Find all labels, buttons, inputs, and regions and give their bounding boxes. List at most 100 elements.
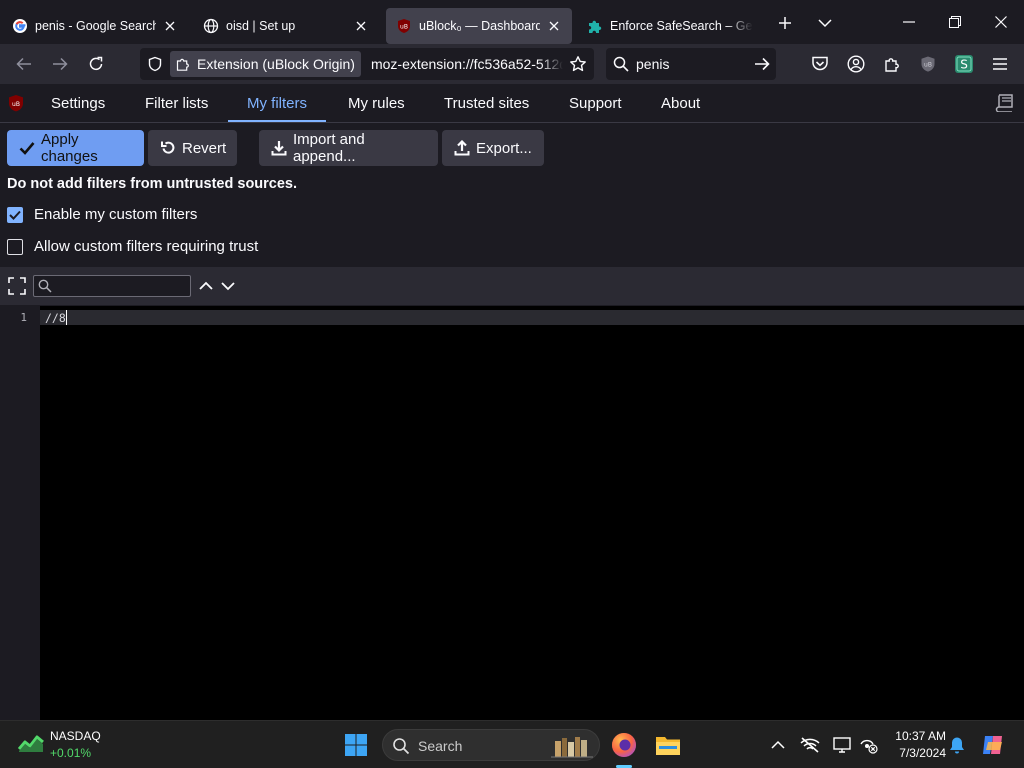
restore-button[interactable] (932, 6, 978, 38)
account-icon[interactable] (844, 52, 868, 76)
tab-title: penis - Google Search (35, 19, 156, 33)
search-bar[interactable]: penis (606, 48, 776, 80)
close-tab-icon[interactable] (162, 18, 178, 34)
active-line-highlight (40, 310, 1024, 325)
stock-name[interactable]: NASDAQ (50, 729, 101, 743)
show-hidden-icons-chevron-up-icon[interactable] (768, 735, 788, 755)
identity-label: Extension (uBlock Origin) (197, 56, 355, 72)
export-label: Export... (476, 139, 532, 157)
arrow-right-icon (53, 57, 68, 71)
find-next-chevron-down-icon[interactable] (219, 277, 237, 295)
forward-button[interactable] (46, 50, 74, 78)
address-bar[interactable]: Extension (uBlock Origin) moz-extension:… (140, 48, 594, 80)
export-button[interactable]: Export... (442, 130, 544, 166)
tab-google-search[interactable]: penis - Google Search (2, 8, 188, 44)
vpn-status-icon[interactable] (858, 735, 878, 755)
import-label: Import and append... (293, 131, 365, 165)
allow-trusted-filters-checkbox[interactable] (7, 238, 23, 255)
system-clock[interactable]: 10:37 AM 7/3/2024 (884, 728, 946, 762)
find-previous-chevron-up-icon[interactable] (197, 277, 215, 295)
close-tab-icon[interactable] (546, 18, 562, 34)
clock-time: 10:37 AM (895, 729, 946, 743)
ublock-logo-icon: uB (8, 94, 24, 112)
plus-icon (779, 17, 791, 29)
book-icon[interactable] (994, 93, 1016, 113)
tab-filter-lists[interactable]: Filter lists (145, 84, 208, 122)
identity-box[interactable]: Extension (uBlock Origin) (170, 51, 361, 77)
search-icon (392, 737, 410, 755)
svg-text:uB: uB (12, 101, 20, 108)
editor-toolbar (0, 267, 1024, 305)
pocket-icon[interactable] (808, 52, 832, 76)
filter-editor[interactable]: 1 //8 (0, 306, 1024, 720)
text-cursor (66, 310, 67, 325)
tab-my-filters[interactable]: My filters (228, 84, 326, 122)
hamburger-menu-icon[interactable] (988, 52, 1012, 76)
enable-custom-filters-checkbox[interactable] (7, 206, 23, 223)
search-go-arrow-icon[interactable] (748, 48, 776, 80)
copilot-icon[interactable] (980, 731, 1006, 759)
network-offline-icon[interactable] (800, 735, 820, 755)
search-icon (606, 48, 636, 80)
tab-about[interactable]: About (661, 84, 700, 122)
extensions-puzzle-icon[interactable] (880, 52, 904, 76)
find-input[interactable] (33, 275, 191, 297)
ublock-toolbar-icon[interactable]: uB (916, 52, 940, 76)
stock-change: +0.01% (50, 746, 92, 760)
puzzle-icon (174, 55, 192, 73)
close-icon (995, 16, 1007, 28)
undo-icon (160, 140, 176, 156)
search-input[interactable]: penis (636, 56, 748, 72)
chevron-down-icon (818, 19, 832, 28)
reload-icon (89, 56, 103, 71)
allow-trusted-filters-label: Allow custom filters requiring trust (34, 238, 259, 255)
reload-button[interactable] (82, 50, 110, 78)
tab-enforce-safesearch[interactable]: Enforce SafeSearch – Get (577, 8, 763, 44)
puzzle-icon (587, 18, 603, 34)
tab-ublock-dashboard[interactable]: uB uBlock₀ — Dashboard (386, 8, 572, 44)
tab-strip: penis - Google Search oisd | Set up uB u… (0, 0, 1024, 44)
untrusted-sources-warning: Do not add filters from untrusted source… (7, 176, 298, 192)
checkmark-icon (9, 210, 21, 220)
taskbar-search-box[interactable]: Search (382, 729, 600, 761)
enable-custom-filters-row[interactable]: Enable my custom filters (7, 206, 197, 223)
fullscreen-icon[interactable] (8, 277, 26, 295)
file-explorer-icon[interactable] (654, 731, 682, 759)
s-extension-icon[interactable]: S (952, 52, 976, 76)
tab-my-rules[interactable]: My rules (348, 84, 405, 122)
close-window-button[interactable] (978, 6, 1024, 38)
tab-title: uBlock₀ — Dashboard (419, 19, 540, 33)
import-and-append-button[interactable]: Import and append... (259, 130, 438, 166)
tab-settings[interactable]: Settings (51, 84, 105, 122)
svg-text:uB: uB (924, 62, 932, 69)
firefox-taskbar-icon[interactable] (610, 731, 638, 759)
bookmark-star-icon[interactable] (566, 52, 590, 76)
back-button[interactable] (10, 50, 38, 78)
url-text[interactable]: moz-extension://fc536a52-512d (371, 56, 563, 72)
tab-oisd[interactable]: oisd | Set up (193, 8, 379, 44)
apply-changes-button[interactable]: Apply changes (7, 130, 144, 166)
editor-line-text[interactable]: //8 (45, 311, 66, 325)
stock-chart-icon[interactable] (18, 733, 44, 753)
search-icon (38, 279, 52, 293)
allow-trusted-filters-row[interactable]: Allow custom filters requiring trust (7, 238, 258, 255)
new-tab-button[interactable] (772, 10, 798, 36)
tab-support[interactable]: Support (569, 84, 622, 122)
search-highlight-books-icon (549, 733, 595, 759)
google-icon (12, 18, 28, 34)
minimize-icon (903, 21, 915, 23)
close-tab-icon[interactable] (353, 18, 369, 34)
tab-trusted-sites[interactable]: Trusted sites (444, 84, 529, 122)
minimize-button[interactable] (886, 6, 932, 38)
navigation-toolbar: Extension (uBlock Origin) moz-extension:… (0, 44, 1024, 84)
windows-taskbar: NASDAQ +0.01% Search 10:37 AM 7/3/2024 (0, 720, 1024, 768)
download-icon (271, 140, 287, 156)
notification-bell-icon[interactable] (947, 735, 967, 755)
revert-button[interactable]: Revert (148, 130, 237, 166)
tracking-protection-icon[interactable] (140, 48, 170, 80)
tab-title: oisd | Set up (226, 19, 296, 33)
display-icon[interactable] (832, 735, 852, 755)
windows-start-icon[interactable] (344, 733, 368, 757)
list-all-tabs-button[interactable] (812, 10, 838, 36)
clock-date: 7/3/2024 (899, 746, 946, 760)
